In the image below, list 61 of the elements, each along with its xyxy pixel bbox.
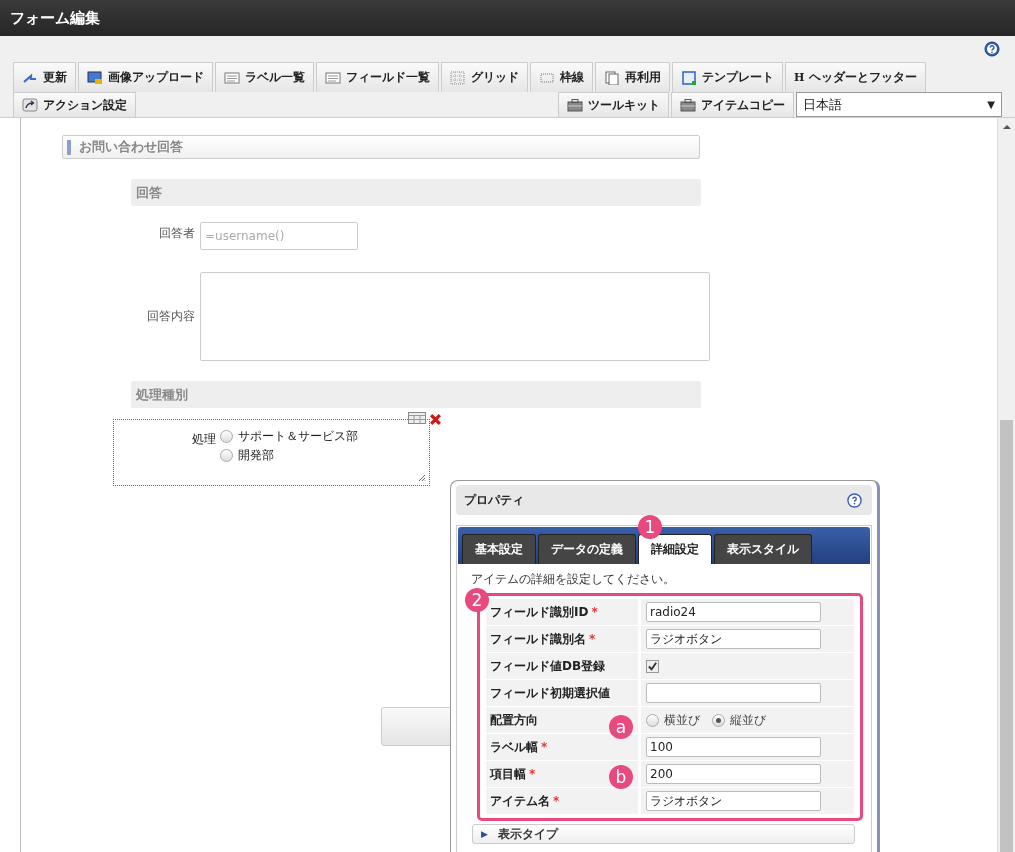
- radio-option[interactable]: 開発部: [220, 447, 358, 464]
- copy-icon: [604, 70, 620, 85]
- language-select[interactable]: 日本語 ▼: [796, 92, 1002, 117]
- field-label: 回答内容: [146, 308, 195, 325]
- toolbar-tab[interactable]: 再利用: [595, 62, 670, 92]
- checkbox[interactable]: [646, 659, 659, 673]
- toolbar-tab[interactable]: 枠線: [530, 62, 593, 92]
- window-title: フォーム編集: [10, 8, 100, 28]
- toolbar-tab[interactable]: アクション設定: [13, 92, 136, 117]
- template-icon: [681, 70, 697, 85]
- tab[interactable]: データの定義: [538, 534, 636, 564]
- grid-icon: [450, 70, 466, 85]
- help-icon[interactable]: [984, 41, 1000, 57]
- toolbar-tab[interactable]: グリッド: [441, 62, 528, 92]
- input-field[interactable]: 200: [646, 764, 821, 784]
- radio-option[interactable]: サポート＆サービス部: [220, 428, 358, 445]
- dotted-frame-icon: [539, 70, 555, 85]
- description-text: アイテムの詳細を設定してください。: [470, 571, 676, 586]
- toolbar-tab[interactable]: ラベル一覧: [215, 62, 314, 92]
- input-field[interactable]: ラジオボタン: [646, 629, 821, 649]
- input-field[interactable]: radio24: [646, 602, 821, 622]
- help-icon[interactable]: [847, 492, 862, 508]
- input-field[interactable]: [646, 683, 821, 703]
- input-field[interactable]: =username(): [200, 222, 358, 250]
- scrollbar-thumb[interactable]: [1000, 420, 1013, 852]
- subsection-header: 回答: [131, 179, 701, 206]
- toolbar-tab[interactable]: 画像アップロード: [78, 62, 213, 92]
- property-label: フィールド識別ID *: [486, 599, 638, 625]
- radio-option[interactable]: 横並び: [646, 711, 700, 729]
- property-label: ラベル幅 *: [486, 734, 638, 760]
- property-label: フィールド識別名 *: [486, 626, 638, 652]
- dialog-title: プロパティ: [464, 491, 524, 509]
- image-icon: [87, 70, 103, 85]
- tab[interactable]: 詳細設定: [638, 534, 712, 564]
- resize-grip-icon[interactable]: [418, 474, 426, 482]
- table-icon[interactable]: [408, 412, 426, 424]
- toolbar-tab[interactable]: フィールド一覧: [316, 62, 439, 92]
- toolbar-tab[interactable]: ツールキット: [558, 92, 669, 117]
- property-label: アイテム名 *: [486, 788, 638, 814]
- radio-option[interactable]: 縦並び: [712, 711, 766, 729]
- list-icon: [325, 70, 341, 85]
- field-label: 処理: [192, 431, 216, 448]
- toolbar-tab[interactable]: 更新: [13, 62, 76, 92]
- toolbox-icon: [567, 98, 583, 112]
- toolbar-tab[interactable]: H ヘッダーとフッター: [785, 62, 927, 92]
- toolbox-icon: [680, 98, 696, 112]
- toolbar-tab[interactable]: アイテムコピー: [671, 92, 794, 117]
- subsection-header: 処理種別: [131, 381, 701, 408]
- list-icon: [224, 70, 240, 85]
- property-label: フィールド値DB登録: [486, 653, 638, 679]
- collapsible-header[interactable]: ▶ 表示タイプ: [472, 824, 855, 844]
- tab[interactable]: 表示スタイル: [714, 534, 812, 564]
- delete-icon[interactable]: [429, 413, 442, 426]
- toolbar-tab[interactable]: テンプレート: [672, 62, 783, 92]
- input-field[interactable]: ラジオボタン: [646, 791, 821, 811]
- property-label: フィールド初期選択値: [486, 680, 638, 706]
- tab[interactable]: 基本設定: [462, 534, 536, 564]
- section-header: お問い合わせ回答: [62, 135, 700, 159]
- input-field[interactable]: 100: [646, 737, 821, 757]
- redo-arrow-icon: [22, 98, 38, 112]
- field-label: 回答者: [158, 225, 195, 242]
